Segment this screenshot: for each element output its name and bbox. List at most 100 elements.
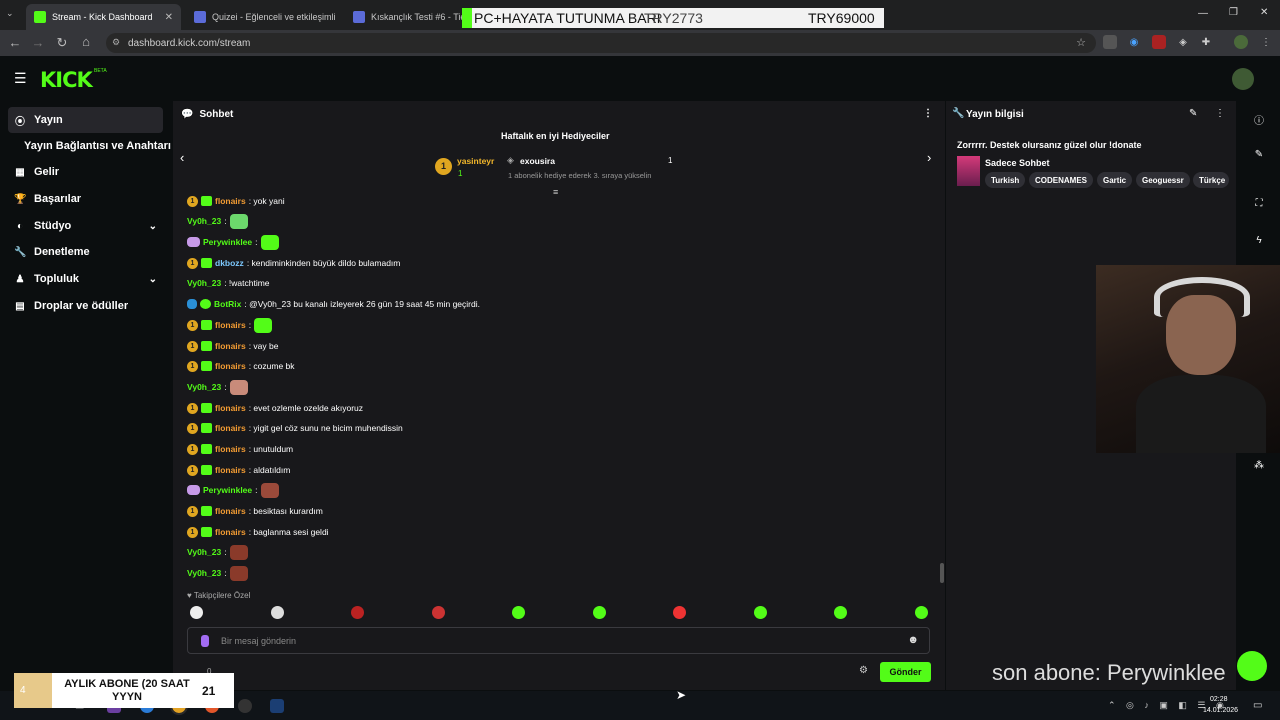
gift-badge-icon: [201, 465, 212, 475]
microphone-icon[interactable]: [201, 635, 209, 647]
emote-option[interactable]: [270, 606, 284, 619]
chat-username[interactable]: flonairs: [215, 506, 246, 516]
sidebar-item-denetleme[interactable]: 🔧 Denetleme: [8, 239, 163, 265]
minimize-icon[interactable]: —: [1198, 8, 1208, 19]
stream-info-menu-icon[interactable]: ⋮: [1215, 108, 1225, 119]
edit-pencil-icon[interactable]: ✎: [1189, 108, 1197, 119]
chat-username[interactable]: flonairs: [215, 423, 246, 433]
forward-icon[interactable]: →: [28, 35, 48, 50]
tab-quizei[interactable]: Quizei - Eğlenceli ve etkileşimli ✕: [186, 4, 341, 30]
gifter-name[interactable]: yasinteyr: [457, 156, 494, 166]
steam-icon[interactable]: [270, 699, 284, 713]
emote-option[interactable]: [914, 606, 928, 619]
sidebar-item-studyo[interactable]: ◐ Stüdyo ⌄: [8, 213, 163, 239]
sidebar-item-basarilar[interactable]: 🏆 Başarılar: [8, 186, 163, 212]
chat-username[interactable]: Vy0h_23: [187, 278, 221, 288]
pencil-icon[interactable]: ✎: [1252, 149, 1266, 160]
chat-username[interactable]: flonairs: [215, 444, 246, 454]
extension-icon[interactable]: [1103, 35, 1117, 49]
next-arrow-icon[interactable]: ›: [927, 150, 931, 165]
chat-message: Vy0h_23: !watchtime: [187, 274, 270, 292]
reload-icon[interactable]: ↻: [52, 35, 72, 51]
subscriber-badge-icon: 1: [187, 464, 198, 476]
sidebar-item-gelir[interactable]: ▦ Gelir: [8, 159, 163, 185]
obs-icon[interactable]: [238, 699, 252, 713]
back-icon[interactable]: ←: [5, 35, 25, 50]
category-thumbnail[interactable]: [957, 156, 980, 186]
chat-scrollbar[interactable]: [940, 563, 944, 583]
emote-option[interactable]: [431, 606, 445, 619]
chat-username[interactable]: Vy0h_23: [187, 216, 221, 226]
tag-turkish[interactable]: Turkish: [985, 172, 1026, 188]
chat-username[interactable]: BotRix: [214, 299, 241, 309]
emote-option[interactable]: [834, 606, 847, 619]
restore-icon[interactable]: ❐: [1229, 7, 1238, 18]
share-icon[interactable]: ⁂: [1252, 460, 1266, 471]
info-icon[interactable]: ⓘ: [1252, 112, 1266, 127]
lightning-icon[interactable]: ϟ: [1252, 235, 1266, 246]
emote-option[interactable]: [351, 606, 364, 619]
browser-menu-icon[interactable]: ⋮: [1259, 35, 1273, 49]
extensions-puzzle-icon[interactable]: ✚: [1199, 35, 1213, 49]
chat-username[interactable]: flonairs: [215, 320, 246, 330]
sidebar-item-yayin[interactable]: ⦿ Yayın: [8, 107, 163, 133]
shield-icon[interactable]: ◈: [1176, 35, 1190, 49]
tab-search-icon[interactable]: ⌄: [6, 8, 14, 19]
followers-only-text: Takipçilere Özel: [193, 591, 251, 600]
notifications-icon[interactable]: ▭: [1253, 700, 1262, 711]
extension-badge-icon[interactable]: [1152, 35, 1166, 49]
user-avatar[interactable]: [1232, 68, 1254, 90]
kick-logo[interactable]: KICK: [40, 68, 93, 92]
chat-popup-button[interactable]: [1237, 651, 1267, 681]
chat-username[interactable]: flonairs: [215, 196, 246, 206]
emote-option[interactable]: [592, 606, 606, 619]
tab-kiskanclik[interactable]: Kıskançlık Testi #6 - Tier List: [345, 4, 463, 30]
chat-username[interactable]: Perywinklee: [203, 237, 252, 247]
chat-username[interactable]: flonairs: [215, 465, 246, 475]
chat-menu-icon[interactable]: ⋮: [923, 108, 933, 119]
emote-option[interactable]: [512, 606, 525, 619]
tag-gartic[interactable]: Gartic: [1097, 172, 1133, 188]
site-info-icon[interactable]: ⚙: [112, 37, 120, 48]
collapse-icon[interactable]: ≡: [553, 187, 558, 197]
translate-icon[interactable]: ◉: [1127, 35, 1141, 49]
chat-username[interactable]: flonairs: [215, 361, 246, 371]
expand-icon[interactable]: ⛶: [1252, 198, 1266, 209]
tab-kick-dashboard[interactable]: Stream - Kick Dashboard ✕: [26, 4, 181, 30]
sidebar-item-topluluk[interactable]: ♟ Topluluk ⌄: [8, 266, 163, 292]
sidebar-item-stream-key[interactable]: Yayın Bağlantısı ve Anahtarı: [18, 133, 171, 159]
chat-message: 1 flonairs: yigit gel cöz sunu ne bicim m…: [187, 419, 403, 437]
emote-option[interactable]: [190, 606, 203, 619]
emote-option[interactable]: [673, 606, 686, 619]
gifter-name[interactable]: exousira: [520, 156, 555, 166]
chat-username[interactable]: flonairs: [215, 341, 246, 351]
chat-username[interactable]: Perywinklee: [203, 485, 252, 495]
emoji-icon[interactable]: ☻: [907, 634, 919, 646]
emote-option[interactable]: [753, 606, 767, 619]
tag-codenames[interactable]: CODENAMES: [1029, 172, 1094, 188]
prev-arrow-icon[interactable]: ‹: [180, 150, 184, 165]
close-window-icon[interactable]: ✕: [1260, 7, 1268, 18]
bookmark-star-icon[interactable]: ☆: [1076, 36, 1086, 49]
chat-username[interactable]: Vy0h_23: [187, 547, 221, 557]
chat-username[interactable]: Vy0h_23: [187, 568, 221, 578]
chat-message-input[interactable]: Bir mesaj gönderin ☻: [187, 627, 930, 654]
chat-username[interactable]: Vy0h_23: [187, 382, 221, 392]
subscriber-badge-icon: 1: [187, 526, 198, 538]
profile-avatar-icon[interactable]: [1234, 35, 1248, 49]
category-name[interactable]: Sadece Sohbet: [985, 158, 1050, 168]
chat-username[interactable]: flonairs: [215, 403, 246, 413]
send-button[interactable]: Gönder: [880, 662, 931, 682]
url-field[interactable]: ⚙ dashboard.kick.com/stream ☆: [106, 33, 1096, 53]
tag-turkce[interactable]: Türkçe: [1193, 172, 1229, 188]
home-icon[interactable]: ⌂: [76, 34, 96, 49]
tag-geoguessr[interactable]: Geoguessr: [1136, 172, 1190, 188]
close-tab-icon[interactable]: ✕: [165, 12, 173, 23]
chat-message: Vy0h_23:: [187, 543, 248, 561]
sidebar-item-droplar[interactable]: ▤ Droplar ve ödüller: [8, 293, 163, 319]
hamburger-menu-icon[interactable]: ☰: [14, 70, 27, 87]
chat-settings-gear-icon[interactable]: ⚙: [859, 665, 868, 676]
beta-label: BETA: [94, 68, 107, 74]
chat-username[interactable]: dkbozz: [215, 258, 244, 268]
chat-username[interactable]: flonairs: [215, 527, 246, 537]
